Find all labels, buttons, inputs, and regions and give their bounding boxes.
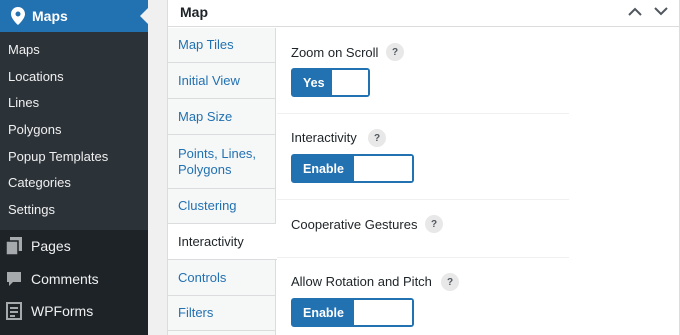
submenu-item-maps[interactable]: Maps [0,37,148,64]
tab-clustering[interactable]: Clustering [168,189,276,224]
postbox-header: Map [168,0,679,27]
submenu-item-polygons[interactable]: Polygons [0,117,148,144]
submenu-item-locations[interactable]: Locations [0,64,148,91]
menu-item-label: Maps [32,8,68,24]
menu-item-wpforms[interactable]: WPForms [0,295,148,327]
tab-initial-view[interactable]: Initial View [168,63,276,99]
tab-controls[interactable]: Controls [168,260,276,296]
submenu-item-popup-templates[interactable]: Popup Templates [0,144,148,171]
tab-label: Controls [178,269,227,285]
toggle-on-label: Yes [293,70,332,95]
setting-label: Interactivity [291,130,357,145]
map-marker-icon [8,6,28,26]
setting-label: Cooperative Gestures [291,217,418,232]
help-icon[interactable]: ? [386,43,404,61]
menu-item-pages[interactable]: Pages [0,230,148,262]
setting-label: Zoom on Scroll [291,45,379,60]
setting-allow-rotation-pitch: Allow Rotation and Pitch ? Enable [277,258,569,335]
toggle-knob [354,300,412,325]
setting-cooperative-gestures: Cooperative Gestures ? [277,200,569,258]
postbox-title: Map [180,4,208,20]
settings-tabs: Map Tiles Initial View Map Size Points, … [168,28,277,335]
tab-label: Clustering [178,198,237,213]
map-settings-postbox: Map Map Tiles Initial View Map Size Poin… [167,0,680,335]
current-menu-arrow [140,8,148,24]
admin-sidebar: Maps Maps Locations Lines Polygons Popup… [0,0,148,335]
tab-points-lines-polygons[interactable]: Points, Lines, Polygons [168,135,276,189]
menu-item-label: WPForms [31,303,94,319]
tab-label: Points, Lines, Polygons [178,145,257,177]
chevron-down-icon[interactable] [653,5,669,17]
setting-interactivity: Interactivity ? Enable [277,114,569,200]
tab-label: Interactivity [178,233,244,249]
tab-filters[interactable]: Filters [168,296,276,331]
tab-map-size[interactable]: Map Size [168,99,276,135]
menu-item-comments[interactable]: Comments [0,263,148,295]
setting-zoom-on-scroll: Zoom on Scroll ? Yes [277,28,569,114]
tab-label: Map Tiles [178,37,234,52]
toggle-on-label: Enable [293,156,354,181]
zoom-on-scroll-toggle[interactable]: Yes [291,68,370,97]
rotation-pitch-toggle[interactable]: Enable [291,298,414,327]
tab-map-tiles[interactable]: Map Tiles [168,28,276,63]
pages-icon [4,236,24,256]
help-icon[interactable]: ? [441,273,459,291]
submenu-item-categories[interactable]: Categories [0,170,148,197]
maps-submenu: Maps Locations Lines Polygons Popup Temp… [0,32,148,230]
chevron-up-icon[interactable] [627,5,643,17]
wpforms-icon [4,301,24,321]
submenu-item-settings[interactable]: Settings [0,197,148,224]
tab-label: Map Size [178,108,233,124]
toggle-on-label: Enable [293,300,354,325]
help-icon[interactable]: ? [368,129,386,147]
comments-icon [4,269,24,289]
menu-item-maps[interactable]: Maps [0,0,148,32]
tab-label: Filters [178,305,214,320]
interactivity-toggle[interactable]: Enable [291,154,414,183]
toggle-knob [354,156,412,181]
tab-label: Initial View [178,72,240,88]
tab-interactivity[interactable]: Interactivity [168,224,277,260]
menu-item-label: Pages [31,238,71,254]
toggle-knob [332,70,368,95]
help-icon[interactable]: ? [425,215,443,233]
setting-label: Allow Rotation and Pitch [291,274,432,289]
submenu-item-lines[interactable]: Lines [0,90,148,117]
menu-item-label: Comments [31,271,99,287]
